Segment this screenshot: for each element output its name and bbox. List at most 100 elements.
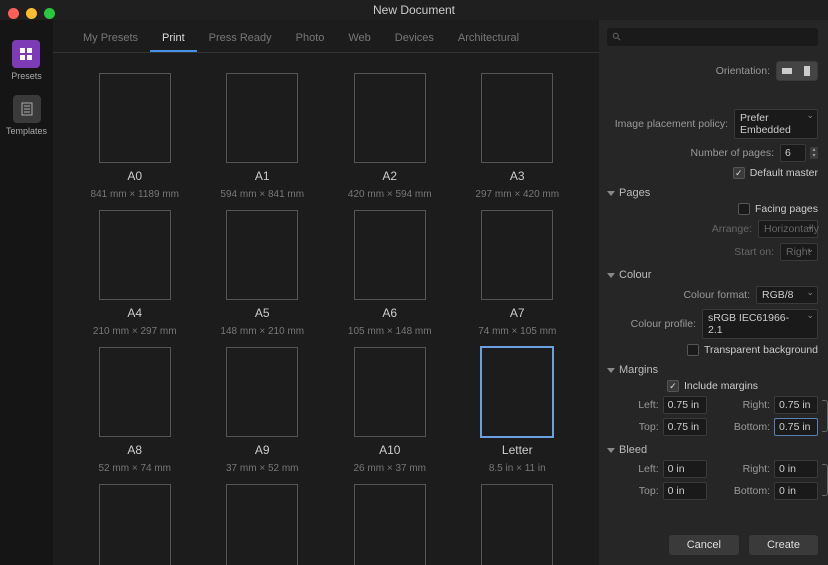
link-margins-toggle[interactable]	[822, 400, 828, 432]
left-sidebar: Presets Templates	[0, 20, 53, 565]
pages-section-header[interactable]: Pages	[607, 187, 818, 199]
preset-name: A9	[255, 443, 270, 457]
preset-a7[interactable]: A774 mm × 105 mm	[454, 210, 582, 337]
create-button[interactable]: Create	[749, 535, 818, 555]
orientation-landscape-button[interactable]	[777, 62, 797, 80]
default-master-label: Default master	[750, 167, 818, 179]
orientation-toggle[interactable]	[776, 61, 818, 81]
preset-thumb	[226, 484, 298, 565]
preset-a4[interactable]: A4210 mm × 297 mm	[71, 210, 199, 337]
presets-icon	[12, 40, 40, 68]
default-master-checkbox[interactable]	[733, 167, 745, 179]
preset-thumb	[354, 73, 426, 163]
colour-format-dropdown[interactable]: RGB/8	[756, 286, 818, 304]
arrange-label: Arrange:	[712, 223, 752, 235]
placement-label: Image placement policy:	[615, 118, 728, 130]
preset-thumb	[481, 73, 553, 163]
colour-section-header[interactable]: Colour	[607, 269, 818, 281]
presets-grid[interactable]: A0841 mm × 1189 mmA1594 mm × 841 mmA2420…	[53, 53, 599, 565]
preset-name: A6	[382, 306, 397, 320]
preset-a1[interactable]: A1594 mm × 841 mm	[199, 73, 327, 200]
numpages-stepper[interactable]: ▴▾	[810, 147, 818, 159]
preset-dimensions: 594 mm × 841 mm	[220, 189, 304, 200]
search-input[interactable]	[607, 28, 818, 46]
preset-name: Letter	[502, 443, 533, 457]
preset-a9[interactable]: A937 mm × 52 mm	[199, 347, 327, 474]
placement-dropdown[interactable]: Prefer Embedded	[734, 109, 818, 139]
window-traffic-lights	[8, 8, 55, 19]
preset-thumb	[99, 484, 171, 565]
properties-panel: Orientation: Image placement policy: Pre…	[599, 20, 828, 565]
preset-name: A3	[510, 169, 525, 183]
tab-devices[interactable]: Devices	[383, 26, 446, 52]
preset-thumb	[226, 347, 298, 437]
sidebar-item-presets[interactable]: Presets	[11, 40, 42, 81]
tab-web[interactable]: Web	[336, 26, 382, 52]
starton-label: Start on:	[734, 246, 774, 258]
zoom-window-button[interactable]	[44, 8, 55, 19]
minimize-window-button[interactable]	[26, 8, 37, 19]
link-bleed-toggle[interactable]	[822, 464, 828, 496]
preset-a3[interactable]: A3 297 mm × 420 mm	[454, 73, 582, 200]
chevron-down-icon	[607, 448, 615, 453]
tab-press-ready[interactable]: Press Ready	[197, 26, 284, 52]
preset-letter[interactable]: Letter8.5 in × 11 in	[454, 347, 582, 474]
bleed-bottom-input[interactable]	[774, 482, 818, 500]
bleed-section-header[interactable]: Bleed	[607, 444, 818, 456]
orientation-portrait-button[interactable]	[797, 62, 817, 80]
preset-dimensions: 148 mm × 210 mm	[220, 326, 304, 337]
colour-profile-label: Colour profile:	[631, 318, 696, 330]
bleed-left-input[interactable]	[663, 460, 707, 478]
margin-bottom-input[interactable]	[774, 418, 818, 436]
search-icon	[612, 32, 622, 42]
preset-a2[interactable]: A2420 mm × 594 mm	[326, 73, 454, 200]
margin-top-input[interactable]	[663, 418, 707, 436]
starton-dropdown[interactable]: Right	[780, 243, 818, 261]
preset-thumb	[226, 210, 298, 300]
preset-a0[interactable]: A0841 mm × 1189 mm	[71, 73, 199, 200]
preset-thumb	[354, 347, 426, 437]
margin-left-input[interactable]	[663, 396, 707, 414]
preset-a10[interactable]: A1026 mm × 37 mm	[326, 347, 454, 474]
colour-format-label: Colour format:	[683, 289, 750, 301]
preset-thumb	[481, 347, 553, 437]
preset-name: A8	[127, 443, 142, 457]
tab-photo[interactable]: Photo	[284, 26, 337, 52]
preset-thumb	[99, 73, 171, 163]
preset-dimensions: 297 mm × 420 mm	[475, 189, 559, 200]
preset-thumb	[99, 347, 171, 437]
sidebar-label: Presets	[11, 71, 42, 81]
orientation-label: Orientation:	[716, 65, 770, 77]
preset-ansi-c[interactable]: ANSI C	[326, 484, 454, 565]
facing-label: Facing pages	[755, 203, 818, 215]
preset-a8[interactable]: A8 52 mm × 74 mm	[71, 347, 199, 474]
numpages-input[interactable]	[780, 144, 806, 162]
preset-a6[interactable]: A6105 mm × 148 mm	[326, 210, 454, 337]
include-margins-checkbox[interactable]	[667, 380, 679, 392]
preset-name: A4	[127, 306, 142, 320]
preset-name: A7	[510, 306, 525, 320]
preset-dimensions: 52 mm × 74 mm	[98, 463, 171, 474]
cancel-button[interactable]: Cancel	[669, 535, 739, 555]
tab-architectural[interactable]: Architectural	[446, 26, 531, 52]
facing-pages-checkbox[interactable]	[738, 203, 750, 215]
margin-right-input[interactable]	[774, 396, 818, 414]
preset-ledger[interactable]: Ledger	[199, 484, 327, 565]
tab-print[interactable]: Print	[150, 26, 197, 52]
preset-dimensions: 841 mm × 1189 mm	[91, 189, 179, 200]
preset-a5[interactable]: A5148 mm × 210 mm	[199, 210, 327, 337]
chevron-down-icon	[607, 191, 615, 196]
preset-ansi-d[interactable]: ANSI D	[454, 484, 582, 565]
bleed-top-input[interactable]	[663, 482, 707, 500]
close-window-button[interactable]	[8, 8, 19, 19]
arrange-dropdown[interactable]: Horizontally	[758, 220, 818, 238]
bleed-right-input[interactable]	[774, 460, 818, 478]
margins-section-header[interactable]: Margins	[607, 364, 818, 376]
sidebar-item-templates[interactable]: Templates	[6, 95, 47, 136]
tab-my-presets[interactable]: My Presets	[71, 26, 150, 52]
preset-legal[interactable]: Legal	[71, 484, 199, 565]
transparent-bg-checkbox[interactable]	[687, 344, 699, 356]
colour-profile-dropdown[interactable]: sRGB IEC61966-2.1	[702, 309, 818, 339]
transparent-label: Transparent background	[704, 344, 818, 356]
chevron-down-icon	[607, 368, 615, 373]
